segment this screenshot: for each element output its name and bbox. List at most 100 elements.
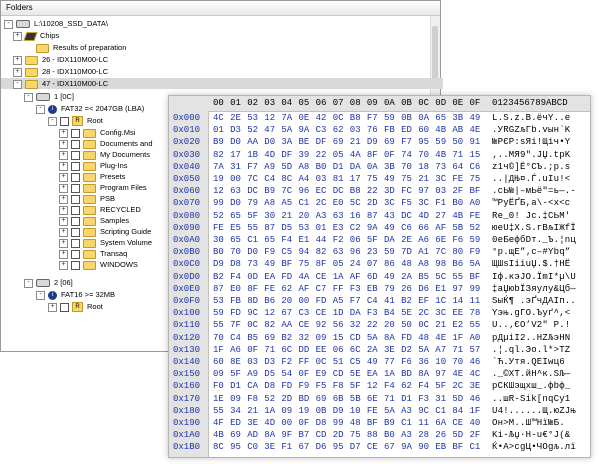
hex-byte[interactable]: 1A: [264, 406, 275, 417]
hex-byte[interactable]: 97: [452, 284, 463, 295]
collapse-icon[interactable]: -: [24, 92, 33, 102]
hex-byte[interactable]: 87: [264, 223, 275, 234]
tree-checkbox[interactable]: [71, 238, 80, 248]
hex-byte[interactable]: F5: [401, 198, 412, 209]
hex-byte[interactable]: 12: [213, 186, 224, 197]
hex-byte[interactable]: C6: [470, 162, 481, 173]
hex-byte[interactable]: 55: [452, 272, 463, 283]
hex-byte[interactable]: F7: [367, 113, 378, 124]
hex-byte[interactable]: B0: [384, 430, 395, 441]
tree-item[interactable]: - i FAT32 =< 2047GB (LBA): [36, 103, 144, 114]
hex-byte[interactable]: 5F: [350, 381, 361, 392]
hex-byte[interactable]: CD: [316, 430, 327, 441]
hex-byte[interactable]: 0E: [299, 113, 310, 124]
hex-byte[interactable]: B6: [452, 259, 463, 270]
hex-byte[interactable]: CE: [316, 308, 327, 319]
hex-byte[interactable]: 1F: [213, 345, 224, 356]
ascii-text[interactable]: U..‚ЄО’V2" P.!: [492, 320, 570, 331]
hex-byte[interactable]: D8: [264, 381, 275, 392]
hex-byte[interactable]: B8: [350, 186, 361, 197]
hex-byte[interactable]: 65: [435, 113, 446, 124]
hex-byte[interactable]: 99: [333, 418, 344, 429]
hex-byte[interactable]: F9: [264, 247, 275, 258]
hex-byte[interactable]: 39: [299, 150, 310, 161]
hex-byte[interactable]: A9: [247, 369, 258, 380]
hex-byte[interactable]: 62: [333, 125, 344, 136]
hex-byte[interactable]: 00: [299, 296, 310, 307]
hex-byte[interactable]: 91: [470, 137, 481, 148]
hex-byte[interactable]: 59: [384, 247, 395, 258]
tree-checkbox[interactable]: [71, 205, 80, 215]
hex-byte[interactable]: DD: [299, 345, 310, 356]
hex-byte[interactable]: 21: [350, 137, 361, 148]
hex-byte[interactable]: 48: [401, 259, 412, 270]
tree-scrollbar-thumb[interactable]: [432, 26, 438, 86]
hex-byte[interactable]: D9: [367, 137, 378, 148]
hex-byte[interactable]: 52: [247, 125, 258, 136]
hex-byte[interactable]: 55: [247, 223, 258, 234]
hex-byte[interactable]: F1: [435, 198, 446, 209]
tree-item[interactable]: + Chips: [13, 30, 59, 41]
hex-byte[interactable]: B0: [213, 247, 224, 258]
hex-byte[interactable]: FD: [230, 308, 241, 319]
hex-byte[interactable]: 01: [213, 125, 224, 136]
hex-byte[interactable]: 76: [367, 125, 378, 136]
hex-byte[interactable]: 10: [435, 357, 446, 368]
hex-byte[interactable]: 75: [470, 174, 481, 185]
hex-byte[interactable]: 71: [452, 345, 463, 356]
hex-byte[interactable]: 5A: [367, 333, 378, 344]
expand-icon[interactable]: +: [59, 260, 68, 270]
hex-byte[interactable]: 0B: [401, 113, 412, 124]
collapse-icon[interactable]: -: [36, 104, 45, 114]
hex-byte[interactable]: F0: [213, 381, 224, 392]
hex-byte[interactable]: 73: [435, 162, 446, 173]
hex-byte[interactable]: 00: [230, 174, 241, 185]
hex-byte[interactable]: 49: [384, 272, 395, 283]
expand-icon[interactable]: +: [59, 150, 68, 160]
hex-byte[interactable]: 82: [264, 320, 275, 331]
hex-byte[interactable]: 52: [213, 211, 224, 222]
hex-byte[interactable]: 60: [418, 125, 429, 136]
hex-byte[interactable]: 49: [384, 223, 395, 234]
expand-icon[interactable]: +: [59, 216, 68, 226]
hex-byte[interactable]: 92: [316, 320, 327, 331]
hex-byte[interactable]: 32: [350, 320, 361, 331]
tree-item[interactable]: + Documents and: [59, 138, 153, 149]
hex-byte[interactable]: 3E: [264, 442, 275, 453]
ascii-text[interactable]: 0еБефбDт._Ъ.¦nц: [492, 235, 576, 246]
hex-byte[interactable]: 9A: [367, 223, 378, 234]
hex-byte[interactable]: 46: [470, 394, 481, 405]
hex-byte[interactable]: 63: [230, 186, 241, 197]
hex-byte[interactable]: 5A: [281, 125, 292, 136]
hex-byte[interactable]: 15: [333, 333, 344, 344]
tree-item[interactable]: + RECYCLED: [59, 204, 141, 215]
hex-byte[interactable]: 21: [435, 320, 446, 331]
hex-byte[interactable]: 62: [401, 381, 412, 392]
hex-byte[interactable]: 55: [470, 320, 481, 331]
hex-byte[interactable]: 0D: [247, 272, 258, 283]
hex-byte[interactable]: CA: [247, 381, 258, 392]
hex-byte[interactable]: 20: [299, 211, 310, 222]
hex-byte[interactable]: C3: [316, 125, 327, 136]
hex-byte[interactable]: 42: [316, 113, 327, 124]
hex-byte[interactable]: DC: [247, 186, 258, 197]
hex-byte[interactable]: AA: [247, 137, 258, 148]
hex-byte[interactable]: 10: [350, 406, 361, 417]
tree-item[interactable]: +26 - IDX110M00-LC: [13, 54, 108, 65]
hex-byte[interactable]: F9: [299, 381, 310, 392]
hex-byte[interactable]: F3: [350, 284, 361, 295]
hex-byte[interactable]: EB: [435, 442, 446, 453]
hex-byte[interactable]: 97: [435, 369, 446, 380]
hex-byte[interactable]: B0: [452, 198, 463, 209]
hex-byte[interactable]: 05: [333, 150, 344, 161]
hex-byte[interactable]: 2A: [401, 272, 412, 283]
hex-byte[interactable]: 4D: [264, 418, 275, 429]
hex-byte[interactable]: 2F: [470, 430, 481, 441]
collapse-icon[interactable]: -: [36, 290, 45, 300]
hex-byte[interactable]: 4D: [418, 211, 429, 222]
expand-icon[interactable]: +: [59, 227, 68, 237]
hex-byte[interactable]: C1: [435, 406, 446, 417]
hex-byte[interactable]: 3E: [247, 418, 258, 429]
hex-byte[interactable]: 17: [230, 150, 241, 161]
tree-item[interactable]: - 1 [0C]: [24, 91, 74, 102]
